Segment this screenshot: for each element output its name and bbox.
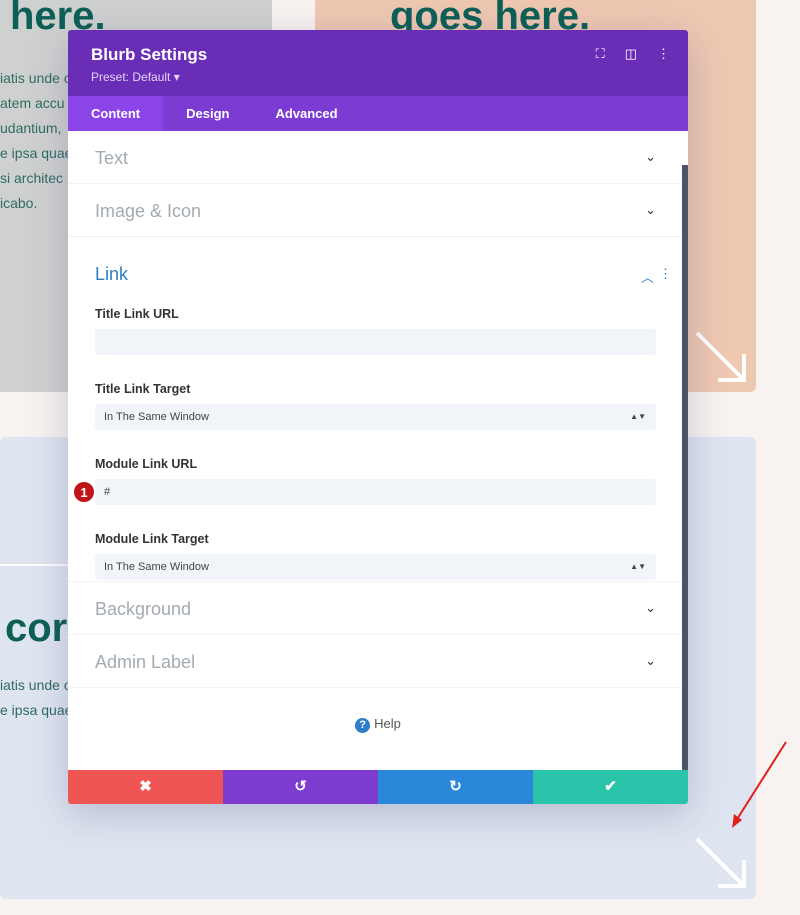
- card-text: iatis unde o atem accu udantium, e ipsa …: [0, 70, 73, 211]
- modal-footer: ✖ ↺ ↻ ✔: [68, 770, 688, 804]
- section-text[interactable]: Text ⌄: [68, 131, 688, 184]
- chevron-down-icon: ⌄: [645, 149, 656, 164]
- modal-title: Blurb Settings: [91, 45, 208, 64]
- save-button[interactable]: ✔: [533, 770, 688, 804]
- field-label: Title Link Target: [95, 382, 191, 396]
- section-link: Link ︿ ⋮ Title Link URL Title Link Targe…: [68, 237, 688, 582]
- split-view-icon[interactable]: ◫: [625, 46, 637, 62]
- chevron-down-icon: ⌄: [645, 600, 656, 615]
- module-link-url-input[interactable]: 1 #: [73, 479, 656, 505]
- redo-button[interactable]: ↻: [378, 770, 533, 804]
- chevron-up-icon[interactable]: ︿: [641, 267, 654, 286]
- card-text: iatis unde o e ipsa quae: [0, 677, 73, 718]
- fullscreen-icon[interactable]: ⛶: [596, 46, 605, 62]
- modal-header: Blurb Settings Preset: Default ▾ ⛶ ◫ ⋮: [68, 30, 688, 96]
- arrow-down-right-icon: [695, 837, 746, 888]
- module-link-target-select[interactable]: In The Same Window ▲▼: [95, 554, 656, 580]
- section-title[interactable]: Link: [95, 237, 656, 307]
- help-icon: ?: [355, 718, 371, 733]
- close-icon: ✖: [139, 778, 152, 795]
- tab-design[interactable]: Design: [163, 96, 252, 131]
- divider: [0, 564, 70, 566]
- tab-bar: Content Design Advanced: [68, 96, 688, 131]
- undo-button[interactable]: ↺: [223, 770, 378, 804]
- check-icon: ✔: [604, 778, 617, 795]
- title-link-target-select[interactable]: In The Same Window ▲▼: [95, 404, 656, 430]
- card-heading: cor: [5, 606, 68, 650]
- section-options-icon[interactable]: ⋮: [659, 266, 672, 282]
- scrollbar[interactable]: [682, 165, 688, 770]
- tab-advanced[interactable]: Advanced: [252, 96, 360, 131]
- blurb-settings-modal: Blurb Settings Preset: Default ▾ ⛶ ◫ ⋮ C…: [68, 30, 688, 804]
- section-title: Text: [95, 148, 129, 168]
- title-link-url-input[interactable]: [95, 329, 656, 355]
- help-label: Help: [374, 716, 401, 731]
- chevron-down-icon: ⌄: [645, 202, 656, 217]
- arrow-down-right-icon: [695, 331, 746, 382]
- preset-dropdown[interactable]: Preset: Default ▾: [91, 70, 180, 84]
- input-value: #: [104, 486, 111, 498]
- redo-icon: ↻: [449, 778, 462, 795]
- section-background[interactable]: Background ⌄: [68, 582, 688, 635]
- field-label: Module Link URL: [95, 457, 198, 471]
- section-image-icon[interactable]: Image & Icon ⌄: [68, 184, 688, 237]
- section-title: Image & Icon: [95, 201, 202, 221]
- section-title: Background: [95, 599, 192, 619]
- tab-content[interactable]: Content: [68, 96, 164, 131]
- cancel-button[interactable]: ✖: [68, 770, 223, 804]
- select-value: In The Same Window: [104, 561, 209, 573]
- select-value: In The Same Window: [104, 411, 209, 423]
- field-label: Module Link Target: [95, 532, 209, 546]
- undo-icon: ↺: [294, 778, 307, 795]
- select-arrows-icon: ▲▼: [630, 412, 646, 421]
- section-title: Admin Label: [95, 652, 196, 672]
- select-arrows-icon: ▲▼: [630, 562, 646, 571]
- chevron-down-icon: ⌄: [645, 653, 656, 668]
- more-options-icon[interactable]: ⋮: [657, 46, 670, 62]
- section-admin-label[interactable]: Admin Label ⌄: [68, 635, 688, 688]
- help-link[interactable]: ? Help: [68, 716, 688, 733]
- annotation-arrow-icon: [732, 741, 787, 828]
- step-badge: 1: [73, 481, 95, 503]
- field-label: Title Link URL: [95, 307, 179, 321]
